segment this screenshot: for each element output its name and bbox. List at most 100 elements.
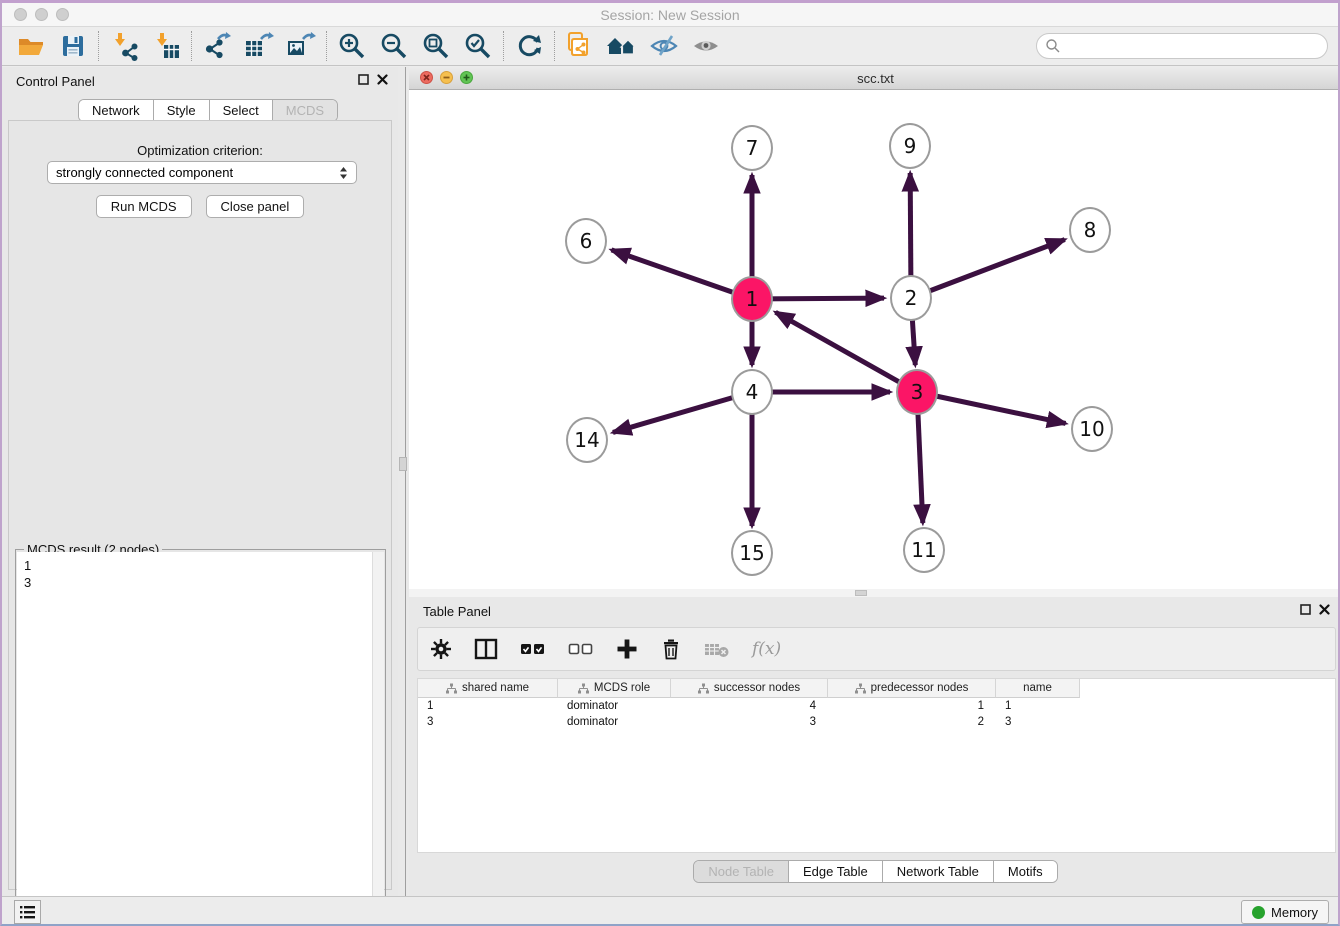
apply-layout-button[interactable] [508, 29, 550, 63]
tab-edge-table[interactable]: Edge Table [789, 861, 883, 882]
column-header-MCDS-role[interactable]: MCDS role [558, 679, 671, 698]
graph-node-3[interactable]: 3 [896, 369, 938, 415]
column-header-successor-nodes[interactable]: successor nodes [671, 679, 828, 698]
copy-network-icon [565, 31, 595, 61]
list-icon [19, 905, 36, 920]
tab-select[interactable]: Select [210, 100, 273, 121]
zoom-selected-button[interactable] [457, 29, 499, 63]
column-header-shared-name[interactable]: shared name [418, 679, 558, 698]
graph-node-2[interactable]: 2 [890, 275, 932, 321]
control-panel-header: Control Panel [2, 67, 398, 97]
float-panel-icon[interactable] [358, 74, 369, 85]
column-header-predecessor-nodes[interactable]: predecessor nodes [828, 679, 996, 698]
node-table: shared nameMCDS role successor nodes prede… [417, 678, 1336, 853]
table-cell[interactable]: 3 [996, 714, 1080, 730]
network-canvas[interactable]: 1 2 3 4 6 7 8 9 10 11 14 15 [409, 90, 1340, 589]
search-input[interactable] [1061, 36, 1327, 56]
network-window-titlebar: scc.txt [409, 67, 1340, 90]
delete-column-trash-icon[interactable] [660, 638, 682, 660]
tab-motifs[interactable]: Motifs [994, 861, 1057, 882]
save-session-button[interactable] [52, 29, 94, 63]
graph-node-9[interactable]: 9 [889, 123, 931, 169]
delete-table-icon [704, 638, 730, 660]
graph-node-4[interactable]: 4 [731, 369, 773, 415]
close-panel-button[interactable]: Close panel [206, 195, 305, 218]
zoom-in-icon [338, 32, 366, 60]
status-bar: Memory [2, 896, 1338, 926]
mcds-result-item: 3 [24, 574, 372, 591]
column-header-label: successor nodes [714, 682, 800, 694]
tab-mcds[interactable]: MCDS [273, 100, 337, 121]
horizontal-splitter[interactable] [409, 589, 1340, 597]
table-cell[interactable]: 1 [418, 698, 558, 714]
memory-button[interactable]: Memory [1241, 900, 1329, 924]
table-cell[interactable]: 2 [828, 714, 996, 730]
select-all-icon[interactable] [520, 638, 546, 660]
hide-graphics-details-button[interactable] [643, 29, 685, 63]
create-network-from-selection-button[interactable] [559, 29, 601, 63]
mcds-result-box: MCDS result (2 nodes) 13 [15, 549, 386, 926]
add-column-icon[interactable] [616, 638, 638, 660]
eye-icon [691, 32, 721, 60]
graph-node-10[interactable]: 10 [1071, 406, 1113, 452]
show-task-history-button[interactable] [14, 900, 41, 924]
close-panel-icon[interactable] [1319, 604, 1330, 615]
memory-label: Memory [1271, 905, 1318, 920]
graph-node-14[interactable]: 14 [566, 417, 608, 463]
column-header-label: name [1023, 682, 1052, 694]
mcds-result-list[interactable]: 13 [17, 552, 372, 924]
application-window: Session: New Session [0, 0, 1340, 926]
table-cell[interactable]: 1 [996, 698, 1080, 714]
table-row[interactable]: 1dominator411 [418, 698, 1335, 714]
graph-node-15[interactable]: 15 [731, 530, 773, 576]
table-row[interactable]: 3dominator323 [418, 714, 1335, 730]
table-cell[interactable]: 1 [828, 698, 996, 714]
graph-node-11[interactable]: 11 [903, 527, 945, 573]
vertical-splitter[interactable] [398, 67, 409, 896]
result-scrollbar[interactable] [372, 552, 384, 924]
column-header-name[interactable]: name [996, 679, 1080, 698]
graph-edge-3-1[interactable] [776, 312, 917, 392]
graph-node-6[interactable]: 6 [565, 218, 607, 264]
graph-node-7[interactable]: 7 [731, 125, 773, 171]
fit-content-button[interactable] [415, 29, 457, 63]
run-mcds-button[interactable]: Run MCDS [96, 195, 192, 218]
graph-node-1[interactable]: 1 [731, 276, 773, 322]
float-panel-icon[interactable] [1300, 604, 1311, 615]
table-settings-gear-icon[interactable] [430, 638, 452, 660]
show-columns-icon[interactable] [474, 638, 498, 660]
deselect-all-icon[interactable] [568, 638, 594, 660]
import-network-icon [109, 31, 139, 61]
table-panel-title: Table Panel [423, 604, 491, 619]
table-cell[interactable]: 3 [671, 714, 828, 730]
graph-edge-2-8[interactable] [911, 240, 1065, 298]
criterion-select[interactable]: strongly connected component [47, 161, 357, 184]
splitter-grip[interactable] [399, 457, 407, 471]
table-cell[interactable]: dominator [558, 714, 671, 730]
export-network-button[interactable] [196, 29, 238, 63]
table-cell[interactable]: dominator [558, 698, 671, 714]
toolbar-separator [191, 31, 192, 61]
tab-style[interactable]: Style [154, 100, 210, 121]
open-session-button[interactable] [10, 29, 52, 63]
show-graphics-details-button[interactable] [685, 29, 727, 63]
zoom-selected-icon [464, 32, 492, 60]
zoom-out-button[interactable] [373, 29, 415, 63]
table-cell[interactable]: 4 [671, 698, 828, 714]
export-image-button[interactable] [280, 29, 322, 63]
search-icon [1045, 38, 1061, 54]
import-table-button[interactable] [145, 29, 187, 63]
tab-node-table[interactable]: Node Table [694, 861, 789, 882]
graph-node-8[interactable]: 8 [1069, 207, 1111, 253]
import-network-button[interactable] [103, 29, 145, 63]
network-window-title: scc.txt [409, 71, 1340, 86]
graph-edge-3-10[interactable] [917, 392, 1066, 423]
tab-network[interactable]: Network [79, 100, 154, 121]
splitter-grip[interactable] [855, 590, 867, 596]
export-table-button[interactable] [238, 29, 280, 63]
tab-network-table[interactable]: Network Table [883, 861, 994, 882]
table-cell[interactable]: 3 [418, 714, 558, 730]
zoom-in-button[interactable] [331, 29, 373, 63]
close-panel-icon[interactable] [377, 74, 388, 85]
home-button[interactable] [601, 29, 643, 63]
